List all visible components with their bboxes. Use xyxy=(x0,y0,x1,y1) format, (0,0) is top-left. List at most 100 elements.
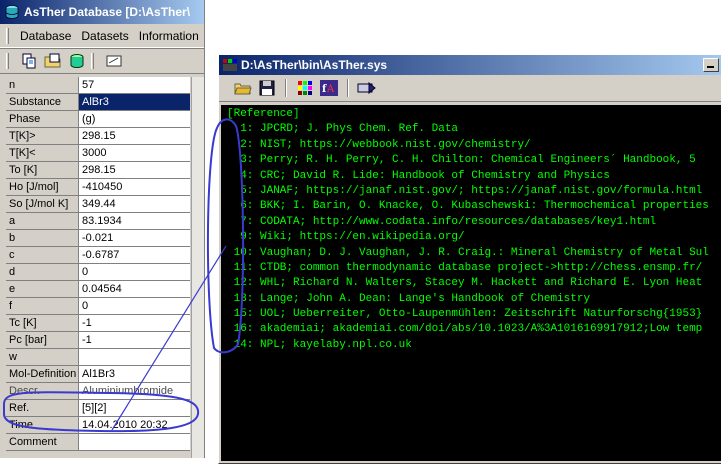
field-row-mol-definition[interactable]: Mol-Definition Al1Br3 xyxy=(6,366,190,383)
minimize-button[interactable] xyxy=(703,58,719,72)
field-label: e xyxy=(6,281,79,297)
svg-text:A: A xyxy=(326,84,335,95)
field-row-a[interactable]: a 83.1934 xyxy=(6,213,190,230)
sys-font-button[interactable]: f A xyxy=(319,78,339,98)
menu-information[interactable]: Information xyxy=(134,27,204,45)
field-label: So [J/mol K] xyxy=(6,196,79,212)
field-value[interactable]: 349.44 xyxy=(79,196,190,212)
field-value[interactable] xyxy=(79,349,190,365)
menubar: Database Datasets Information xyxy=(0,24,204,48)
sys-text-area[interactable]: [Reference] 1: JPCRD; J. Phys Chem. Ref.… xyxy=(221,105,721,461)
save-disk-icon xyxy=(259,80,275,96)
field-value[interactable]: -0.6787 xyxy=(79,247,190,263)
exit-arrow-icon xyxy=(357,81,376,95)
sys-open-button[interactable] xyxy=(233,78,253,98)
field-row-ref[interactable]: Ref. [5][2] xyxy=(6,400,190,417)
field-value[interactable]: 57 xyxy=(79,77,190,93)
field-row-f[interactable]: f0 xyxy=(6,298,190,315)
field-value[interactable]: Al1Br3 xyxy=(79,366,190,382)
main-window-title: AsTher Database [D:\AsTher\ xyxy=(24,5,191,19)
copy-button[interactable] xyxy=(19,51,39,71)
field-label: f xyxy=(6,298,79,314)
field-value[interactable]: -0.021 xyxy=(79,230,190,246)
field-row-t-k[interactable]: T[K]< 3000 xyxy=(6,145,190,162)
field-label: Ho [J/mol] xyxy=(6,179,79,195)
toolbar-grip[interactable] xyxy=(6,53,9,69)
section-header-line: [Reference] xyxy=(227,108,300,120)
field-row-descr[interactable]: Descr. Aluminiumbromide xyxy=(6,383,190,400)
field-value[interactable]: 298.15 xyxy=(79,128,190,144)
field-value[interactable]: -410450 xyxy=(79,179,190,195)
reference-line: 14: NPL; kayelaby.npl.co.uk xyxy=(227,338,412,351)
field-value[interactable]: 0 xyxy=(79,264,190,280)
field-row-w[interactable]: w xyxy=(6,349,190,366)
reference-line: 16: akademiai; akademiai.com/doi/abs/10.… xyxy=(227,323,703,336)
field-row-to-k[interactable]: To [K] 298.15 xyxy=(6,162,190,179)
toolbar-separator xyxy=(91,53,94,69)
field-value[interactable]: 298.15 xyxy=(79,162,190,178)
reference-line: 15: UOL; Ueberreiter, Otto-Laupenmühlen:… xyxy=(227,308,703,321)
field-label: Mol-Definition xyxy=(6,366,79,382)
reference-line: 5: JANAF; https://janaf.nist.gov/; https… xyxy=(227,184,703,197)
field-row-tc-k[interactable]: Tc [K] -1 xyxy=(6,315,190,332)
field-row-ho-j-mol[interactable]: Ho [J/mol] -410450 xyxy=(6,179,190,196)
field-value[interactable]: [5][2] xyxy=(79,400,190,416)
field-row-so-j-mol-k[interactable]: So [J/mol K] 349.44 xyxy=(6,196,190,213)
reference-line: 1: JPCRD; J. Phys Chem. Ref. Data xyxy=(227,123,459,136)
sys-file-icon xyxy=(223,59,237,71)
field-label: c xyxy=(6,247,79,263)
field-value[interactable]: -1 xyxy=(79,315,190,331)
field-value[interactable]: Aluminiumbromide xyxy=(79,383,190,399)
field-row-comment[interactable]: Comment xyxy=(6,434,190,451)
property-grid: n 57 Substance AlBr3 Phase (g) T[K]> 298.15 T[K]… xyxy=(6,77,190,451)
field-row-t-k[interactable]: T[K]> 298.15 xyxy=(6,128,190,145)
menubar-grip[interactable] xyxy=(6,27,9,44)
database-button[interactable] xyxy=(67,51,87,71)
field-row-n[interactable]: n 57 xyxy=(6,77,190,94)
menu-datasets[interactable]: Datasets xyxy=(76,27,133,45)
form-button[interactable] xyxy=(104,51,124,71)
field-label: Substance xyxy=(6,94,79,110)
sys-save-button[interactable] xyxy=(257,78,277,98)
field-label: Comment xyxy=(6,434,79,450)
field-row-phase[interactable]: Phase (g) xyxy=(6,111,190,128)
field-row-substance[interactable]: Substance AlBr3 xyxy=(6,94,190,111)
open-button[interactable] xyxy=(43,51,63,71)
field-value[interactable] xyxy=(79,434,190,450)
property-grid-scrollbar[interactable] xyxy=(191,77,204,458)
main-titlebar[interactable]: AsTher Database [D:\AsTher\ xyxy=(0,0,204,24)
sys-titlebar[interactable]: D:\AsTher\bin\AsTher.sys xyxy=(219,55,721,75)
main-window: AsTher Database [D:\AsTher\ Database Dat… xyxy=(0,0,205,458)
reference-line: 12: WHL; Richard N. Walters, Stacey M. H… xyxy=(227,277,703,290)
field-row-d[interactable]: d0 xyxy=(6,264,190,281)
field-value[interactable]: 0 xyxy=(79,298,190,314)
field-value[interactable]: 3000 xyxy=(79,145,190,161)
form-icon xyxy=(106,55,122,67)
field-label: Phase xyxy=(6,111,79,127)
field-label: a xyxy=(6,213,79,229)
field-row-c[interactable]: c -0.6787 xyxy=(6,247,190,264)
field-value[interactable]: AlBr3 xyxy=(79,94,190,110)
sys-exit-button[interactable] xyxy=(357,78,377,98)
field-label: Descr. xyxy=(6,383,79,399)
menu-database[interactable]: Database xyxy=(15,27,76,45)
reference-line: 9: Wiki; https://en.wikipedia.org/ xyxy=(227,231,465,244)
reference-line: 10: Vaughan; D. J. Vaughan, J. R. Craig.… xyxy=(227,246,709,259)
open-folder-icon xyxy=(234,83,252,95)
field-label: Pc [bar] xyxy=(6,332,79,348)
sys-colors-button[interactable] xyxy=(295,78,315,98)
field-row-b[interactable]: b -0.021 xyxy=(6,230,190,247)
field-value[interactable]: -1 xyxy=(79,332,190,348)
field-value[interactable]: 0.04564 xyxy=(79,281,190,297)
field-label: T[K]> xyxy=(6,128,79,144)
field-value[interactable]: 83.1934 xyxy=(79,213,190,229)
sys-toolbar-separator xyxy=(285,79,287,97)
field-row-pc-bar[interactable]: Pc [bar] -1 xyxy=(6,332,190,349)
field-value[interactable]: 14.04.2010 20:32 xyxy=(79,417,190,433)
field-label: To [K] xyxy=(6,162,79,178)
field-row-e[interactable]: e 0.04564 xyxy=(6,281,190,298)
field-row-time[interactable]: Time 14.04.2010 20:32 xyxy=(6,417,190,434)
field-value[interactable]: (g) xyxy=(79,111,190,127)
reference-line: 13: Lange; John A. Dean: Lange's Handboo… xyxy=(227,292,591,305)
sys-toolbar-separator-2 xyxy=(347,79,349,97)
